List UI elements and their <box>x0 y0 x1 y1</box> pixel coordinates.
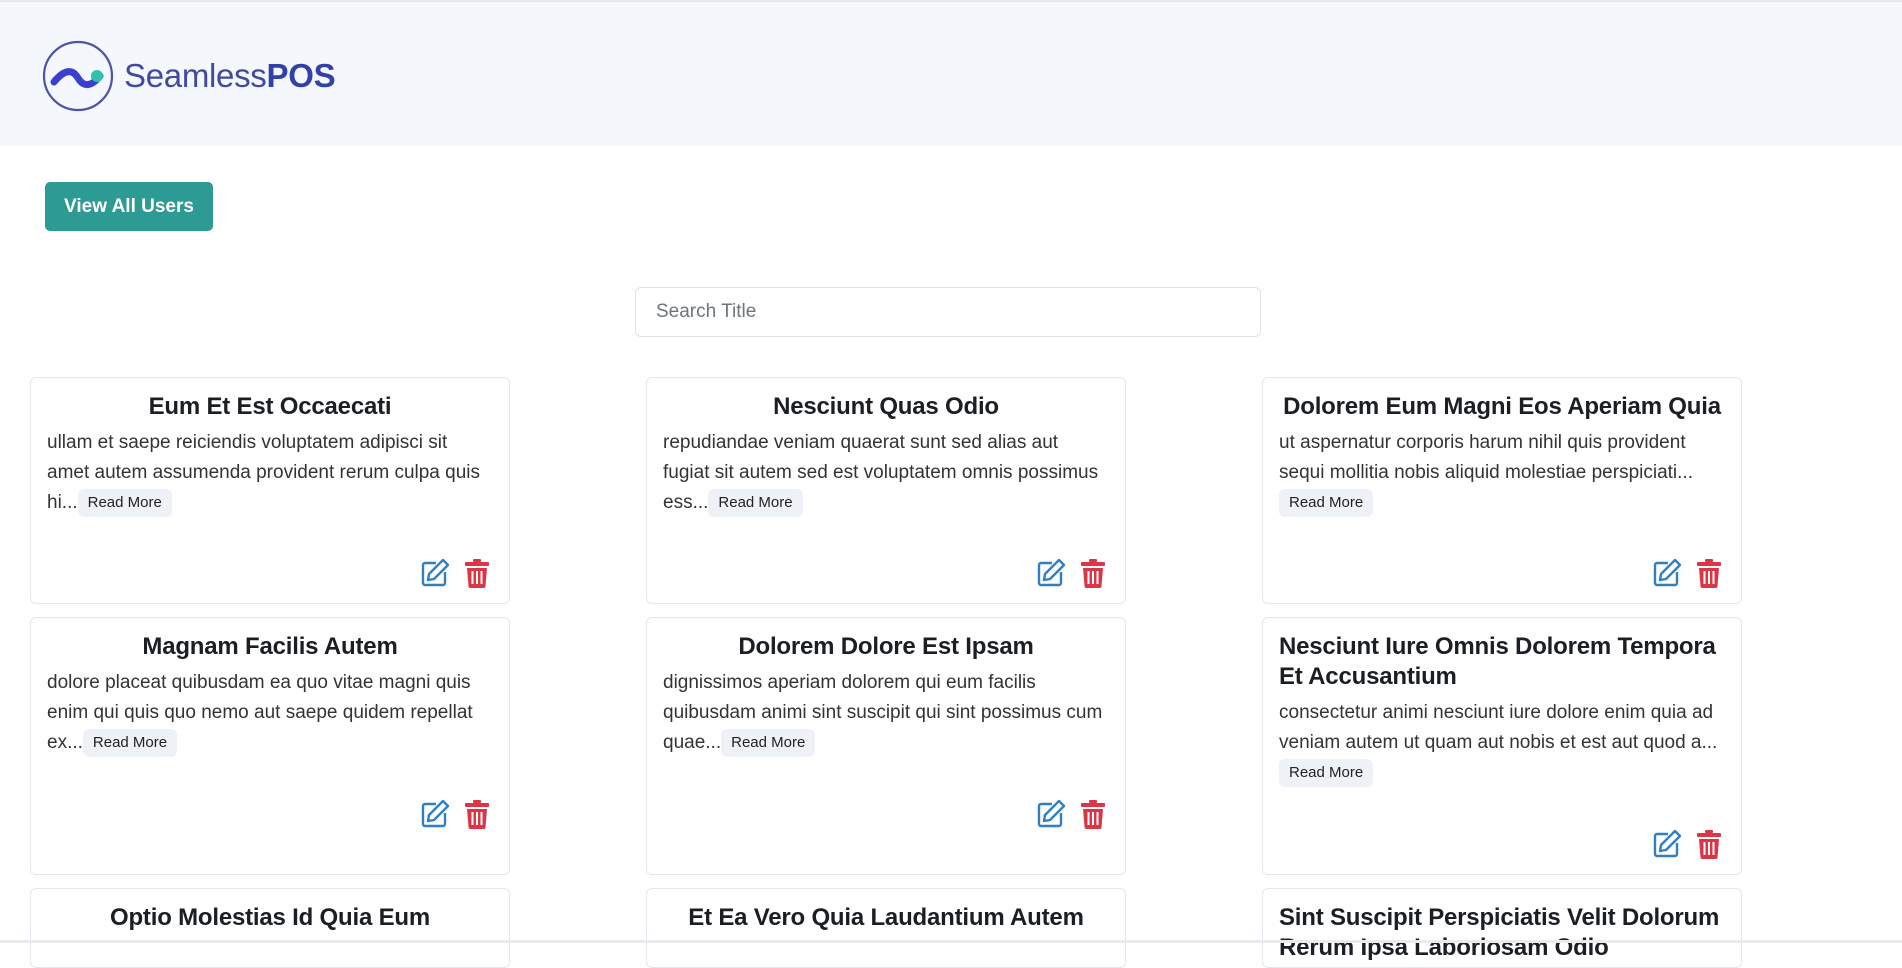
post-card: Eum Et Est Occaecati ullam et saepe reic… <box>30 377 510 604</box>
card-body: ut aspernatur corporis harum nihil quis … <box>1279 428 1725 518</box>
card-body: consectetur animi nesciunt iure dolore e… <box>1279 698 1725 788</box>
post-card: Dolorem Eum Magni Eos Aperiam Quia ut as… <box>1262 377 1742 604</box>
edit-icon[interactable] <box>419 557 451 589</box>
card-actions <box>1035 557 1109 589</box>
post-card: Dolorem Dolore Est Ipsam dignissimos ape… <box>646 617 1126 875</box>
card-title: Eum Et Est Occaecati <box>148 393 392 420</box>
card-actions <box>419 798 493 830</box>
edit-icon[interactable] <box>1035 798 1067 830</box>
card-title: Nesciunt Iure Omnis Dolorem Tempora Et A… <box>1279 633 1716 690</box>
card-title: Optio Molestias Id Quia Eum <box>110 904 430 931</box>
post-card: Sint Suscipit Perspiciatis Velit Dolorum… <box>1262 888 1742 968</box>
card-actions <box>1035 798 1109 830</box>
card-title: Dolorem Eum Magni Eos Aperiam Quia <box>1283 393 1721 420</box>
edit-icon[interactable] <box>1651 557 1683 589</box>
trash-icon[interactable] <box>1693 557 1725 589</box>
read-more-button[interactable]: Read More <box>708 488 803 517</box>
brand-logo-icon <box>42 40 114 112</box>
post-card: Et Ea Vero Quia Laudantium Autem <box>646 888 1126 968</box>
edit-icon[interactable] <box>1035 557 1067 589</box>
card-title: Dolorem Dolore Est Ipsam <box>738 633 1034 660</box>
read-more-button[interactable]: Read More <box>1279 488 1374 517</box>
card-excerpt: consectetur animi nesciunt iure dolore e… <box>1279 702 1718 753</box>
read-more-button[interactable]: Read More <box>77 488 172 517</box>
trash-icon[interactable] <box>1693 828 1725 860</box>
card-title: Et Ea Vero Quia Laudantium Autem <box>688 904 1084 931</box>
post-card: Nesciunt Iure Omnis Dolorem Tempora Et A… <box>1262 617 1742 875</box>
brand-logo[interactable]: SeamlessPOS <box>42 40 336 112</box>
card-title: Sint Suscipit Perspiciatis Velit Dolorum… <box>1279 904 1720 961</box>
top-header: SeamlessPOS <box>0 0 1902 146</box>
trash-icon[interactable] <box>1077 798 1109 830</box>
read-more-button[interactable]: Read More <box>82 728 178 757</box>
card-body: dolore placeat quibusdam ea quo vitae ma… <box>47 668 493 758</box>
card-actions <box>419 557 493 589</box>
card-actions <box>1651 828 1725 860</box>
card-body: dignissimos aperiam dolorem qui eum faci… <box>663 668 1109 758</box>
card-title: Magnam Facilis Autem <box>142 633 398 660</box>
read-more-button[interactable]: Read More <box>1279 758 1374 787</box>
card-excerpt: ut aspernatur corporis harum nihil quis … <box>1279 432 1693 483</box>
trash-icon[interactable] <box>461 557 493 589</box>
card-title: Nesciunt Quas Odio <box>773 393 999 420</box>
post-card: Nesciunt Quas Odio repudiandae veniam qu… <box>646 377 1126 604</box>
read-more-button[interactable]: Read More <box>721 728 816 757</box>
search-title-input[interactable] <box>635 287 1261 337</box>
trash-icon[interactable] <box>1077 557 1109 589</box>
post-card: Optio Molestias Id Quia Eum <box>30 888 510 968</box>
edit-icon[interactable] <box>419 798 451 830</box>
view-all-users-button[interactable]: View All Users <box>45 182 213 231</box>
card-body: ullam et saepe reiciendis voluptatem adi… <box>47 428 493 518</box>
edit-icon[interactable] <box>1651 828 1683 860</box>
post-card: Magnam Facilis Autem dolore placeat quib… <box>30 617 510 875</box>
card-actions <box>1651 557 1725 589</box>
brand-name: SeamlessPOS <box>124 57 336 94</box>
trash-icon[interactable] <box>461 798 493 830</box>
card-body: repudiandae veniam quaerat sunt sed alia… <box>663 428 1109 518</box>
